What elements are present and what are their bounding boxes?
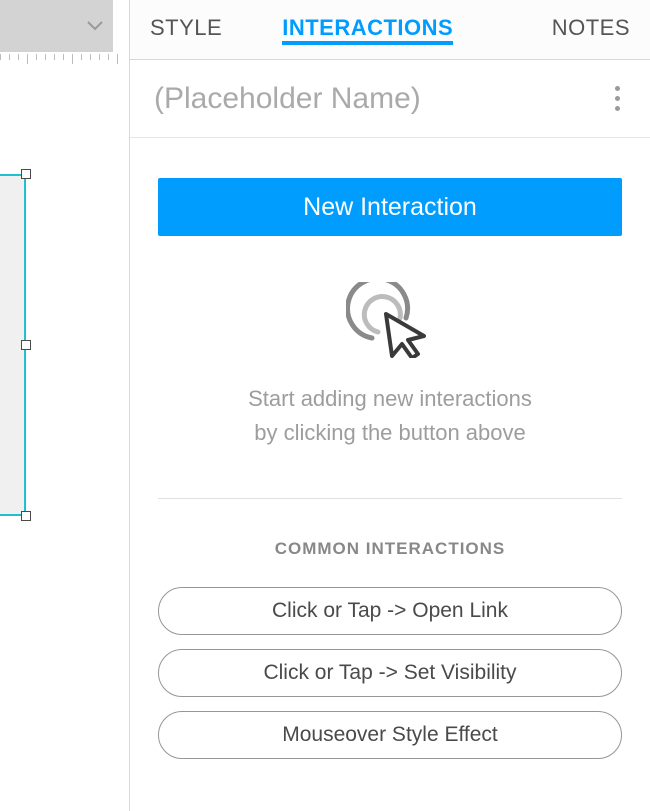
more-options-icon[interactable] [609,80,626,117]
common-interaction-mouseover[interactable]: Mouseover Style Effect [158,711,622,759]
resize-handle-middle-right[interactable] [21,340,31,350]
hint-line-2: by clicking the button above [254,420,526,445]
common-interaction-open-link[interactable]: Click or Tap -> Open Link [158,587,622,635]
tab-interactions[interactable]: INTERACTIONS [282,15,453,45]
interactions-hint: Start adding new interactions by clickin… [158,382,622,450]
left-header [0,0,129,52]
click-cursor-icon [158,282,622,358]
common-interactions-title: COMMON INTERACTIONS [158,539,622,559]
inspector-panel: STYLE INTERACTIONS NOTES New Interaction… [130,0,650,811]
tab-notes[interactable]: NOTES [552,15,630,45]
resize-handle-top-right[interactable] [21,169,31,179]
widget-name-input[interactable] [154,82,609,116]
new-interaction-button[interactable]: New Interaction [158,178,622,236]
dropdown-caret-icon[interactable] [87,21,103,31]
canvas-control-bar [0,0,113,52]
horizontal-ruler [0,52,129,72]
tab-style[interactable]: STYLE [150,15,222,45]
canvas-area [0,0,130,811]
ruler-corner [113,0,129,52]
widget-name-row [130,60,650,138]
resize-handle-bottom-right[interactable] [21,511,31,521]
common-interaction-set-visibility[interactable]: Click or Tap -> Set Visibility [158,649,622,697]
interactions-body: New Interaction Start adding new interac… [130,138,650,811]
inspector-tabs: STYLE INTERACTIONS NOTES [130,0,650,60]
selected-placeholder-widget[interactable] [0,174,26,516]
section-divider [158,498,622,499]
hint-line-1: Start adding new interactions [248,386,532,411]
